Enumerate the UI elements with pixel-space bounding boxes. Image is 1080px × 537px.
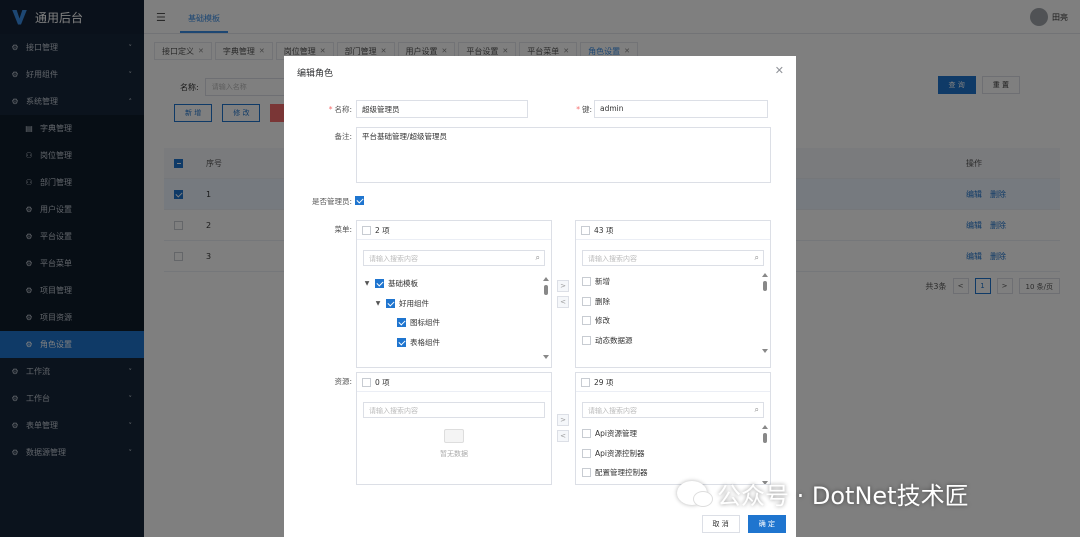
- empty-box-icon: [444, 429, 464, 443]
- resource-source-count: 0 项: [375, 377, 390, 387]
- menu-target-list: 新增删除修改动态数据源: [576, 272, 770, 350]
- tree-node-checkbox[interactable]: [397, 337, 406, 347]
- resource-source-select-all[interactable]: [362, 377, 371, 387]
- list-item-checkbox[interactable]: [582, 448, 591, 458]
- remark-label: 备注:: [334, 132, 352, 141]
- remark-textarea[interactable]: 平台基础管理/超级管理员: [356, 127, 771, 183]
- caret-down-icon[interactable]: ▼: [363, 280, 371, 287]
- menu-target-scrollbar[interactable]: [762, 273, 768, 353]
- resource-target-select-all[interactable]: [581, 377, 590, 387]
- list-item-label: 配置管理控制器: [595, 468, 648, 478]
- list-item-checkbox[interactable]: [582, 335, 591, 345]
- resource-source-search-placeholder: 请输入搜索内容: [369, 407, 418, 415]
- dialog-footer: 取 消 确 定: [701, 515, 786, 533]
- resource-source-head: 0 项: [357, 373, 551, 392]
- wechat-icon: [677, 481, 713, 507]
- resource-target-search-placeholder: 请输入搜索内容: [588, 407, 637, 415]
- is-admin-checkbox[interactable]: [355, 196, 364, 205]
- tree-node[interactable]: ▼ 好用组件: [357, 294, 551, 314]
- list-item[interactable]: 动态数据源: [576, 331, 770, 351]
- menu-target-search-placeholder: 请输入搜索内容: [588, 255, 637, 263]
- watermark: 公众号 · DotNet技术匠: [677, 473, 1057, 513]
- menu-source-search-placeholder: 请输入搜索内容: [369, 255, 418, 263]
- list-item[interactable]: 删除: [576, 292, 770, 312]
- list-item-checkbox[interactable]: [582, 277, 591, 287]
- caret-down-icon[interactable]: ▼: [374, 300, 382, 307]
- watermark-text: 公众号 · DotNet技术匠: [717, 481, 969, 510]
- search-icon: ⌕: [754, 405, 759, 414]
- resource-transfer-left[interactable]: <: [557, 430, 569, 442]
- menu-source-panel: 2 项 请输入搜索内容 ⌕ ▼ 基础模板 ▼ 好用组件图标组件表格组件: [356, 220, 552, 368]
- edit-role-dialog: 编辑角色 ✕ * 名称: 超级管理员 * 键: admin 备注: 平台基础管理/超…: [284, 56, 796, 537]
- tree-node-checkbox[interactable]: [397, 318, 406, 328]
- menu-target-count: 43 项: [594, 225, 614, 235]
- list-item-label: Api资源管理: [595, 429, 637, 439]
- dialog-title: 编辑角色: [297, 69, 334, 79]
- menu-target-panel: 43 项 请输入搜索内容 ⌕ 新增删除修改动态数据源: [575, 220, 771, 368]
- menu-target-select-all[interactable]: [581, 225, 590, 235]
- cancel-button[interactable]: 取 消: [701, 515, 740, 533]
- empty-text: 暂无数据: [440, 450, 468, 458]
- key-label: * 键:: [576, 105, 592, 114]
- is-admin-label: 是否管理员:: [311, 197, 352, 206]
- menu-source-scrollbar[interactable]: [543, 277, 549, 359]
- menu-source-head: 2 项: [357, 221, 551, 240]
- tree-node-checkbox[interactable]: [375, 279, 384, 289]
- resource-source-search[interactable]: 请输入搜索内容: [363, 402, 545, 418]
- menu-target-head: 43 项: [576, 221, 770, 240]
- tree-node-label: 表格组件: [410, 337, 440, 347]
- menu-source-count: 2 项: [375, 225, 390, 235]
- resource-target-head: 29 项: [576, 373, 770, 392]
- menu-source-select-all[interactable]: [362, 225, 371, 235]
- name-input[interactable]: 超级管理员: [356, 100, 528, 118]
- tree-node[interactable]: 表格组件: [357, 333, 551, 353]
- list-item[interactable]: Api资源控制器: [576, 444, 770, 464]
- list-item-label: 新增: [595, 277, 610, 287]
- resource-target-search[interactable]: 请输入搜索内容 ⌕: [582, 402, 764, 418]
- menu-transfer-left[interactable]: <: [557, 296, 569, 308]
- menu-target-search[interactable]: 请输入搜索内容 ⌕: [582, 250, 764, 266]
- list-item[interactable]: Api资源管理: [576, 424, 770, 444]
- search-icon: ⌕: [754, 253, 759, 262]
- tree-node[interactable]: 图标组件: [357, 313, 551, 333]
- key-input[interactable]: admin: [594, 100, 768, 118]
- tree-node-label: 图标组件: [410, 318, 440, 328]
- search-icon: ⌕: [535, 253, 540, 262]
- list-item-label: Api资源控制器: [595, 448, 645, 458]
- tree-node-label: 基础模板: [388, 279, 418, 289]
- list-item-checkbox[interactable]: [582, 296, 591, 306]
- resource-target-count: 29 项: [594, 377, 614, 387]
- list-item[interactable]: 修改: [576, 311, 770, 331]
- key-label-text: 键:: [581, 105, 592, 114]
- close-icon[interactable]: ✕: [775, 64, 784, 77]
- name-label-text: 名称:: [334, 105, 352, 114]
- menu-transfer-right[interactable]: >: [557, 280, 569, 292]
- list-item-checkbox[interactable]: [582, 429, 591, 439]
- confirm-button[interactable]: 确 定: [747, 515, 786, 533]
- list-item-label: 删除: [595, 296, 610, 306]
- resource-transfer-right[interactable]: >: [557, 414, 569, 426]
- list-item-checkbox[interactable]: [582, 468, 591, 478]
- resource-target-panel: 29 项 请输入搜索内容 ⌕ Api资源管理 Api资源控制器 配置管理控制器: [575, 372, 771, 485]
- list-item-checkbox[interactable]: [582, 316, 591, 326]
- tree-node[interactable]: ▼ 基础模板: [357, 274, 551, 294]
- list-item[interactable]: 新增: [576, 272, 770, 292]
- empty-state: 暂无数据: [357, 429, 551, 459]
- list-item-label: 动态数据源: [595, 335, 633, 345]
- menu-source-search[interactable]: 请输入搜索内容 ⌕: [363, 250, 545, 266]
- menu-label: 菜单:: [334, 225, 352, 234]
- menu-tree: ▼ 基础模板 ▼ 好用组件图标组件表格组件: [357, 274, 551, 352]
- tree-node-label: 好用组件: [399, 298, 429, 308]
- name-label: * 名称:: [328, 105, 352, 114]
- resource-label: 资源:: [334, 377, 352, 386]
- tree-node-checkbox[interactable]: [386, 298, 395, 308]
- list-item-label: 修改: [595, 316, 610, 326]
- resource-source-panel: 0 项 请输入搜索内容 暂无数据: [356, 372, 552, 485]
